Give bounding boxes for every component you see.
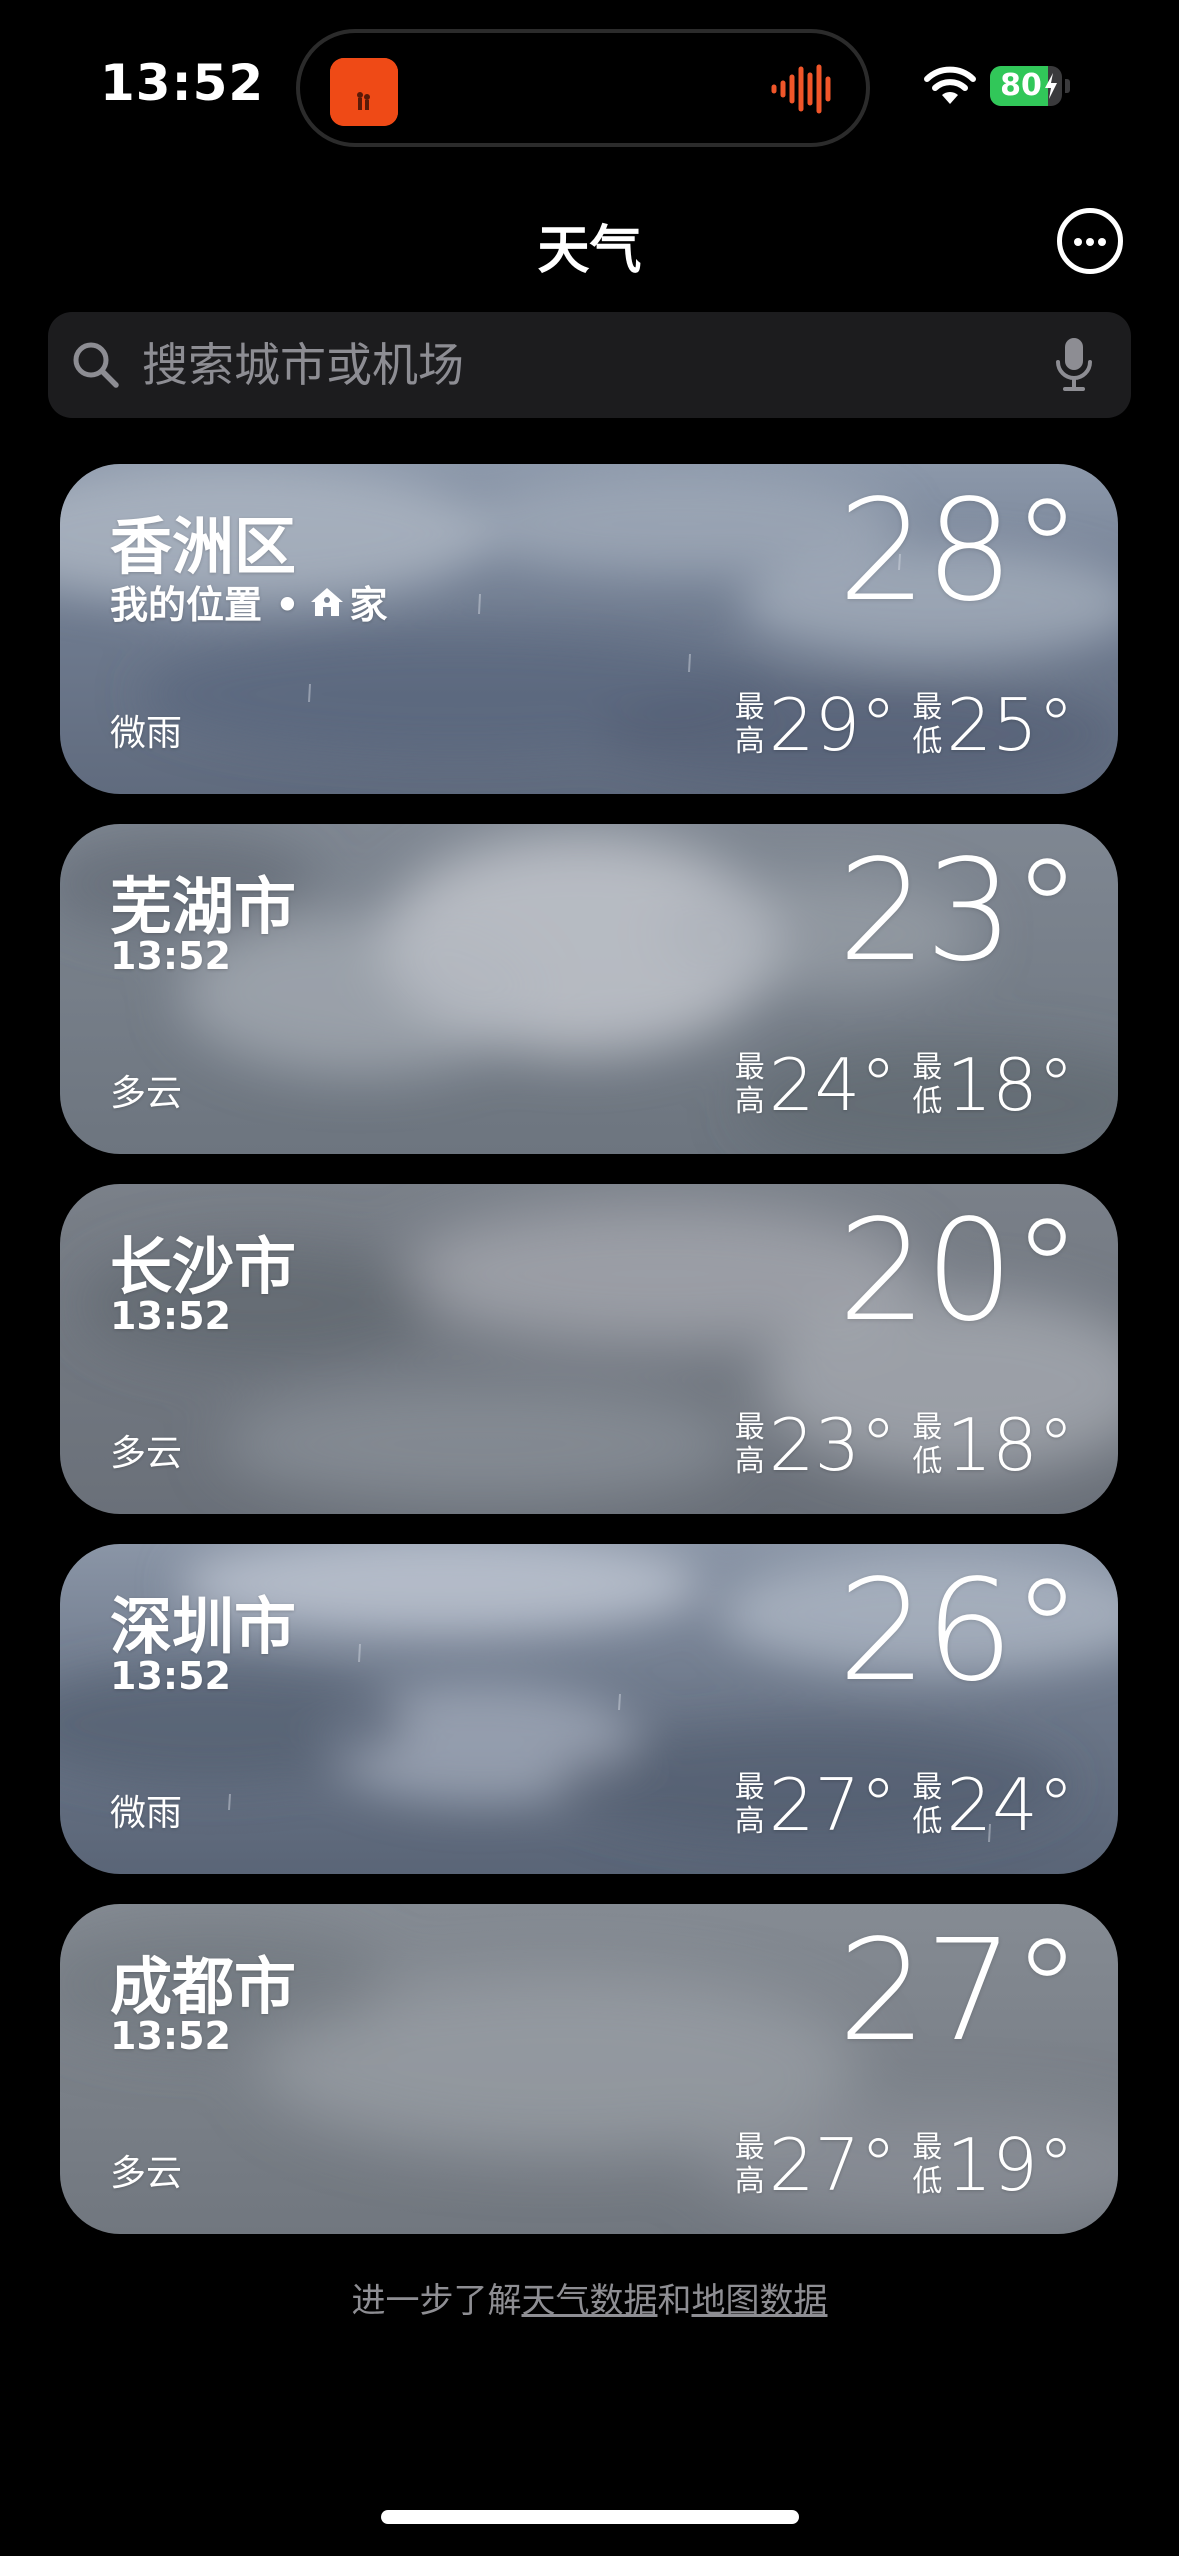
location-label: 我的位置 • [110, 583, 300, 627]
high-label-line-1: 最 [734, 690, 765, 725]
high-low-temperatures: 最 高 23° 最 低 18° [735, 1409, 1074, 1481]
ellipsis-circle-icon [1074, 238, 1082, 246]
battery-cap [1065, 79, 1070, 93]
ellipsis-dot [1086, 238, 1094, 246]
footer-conjunction: 和 [657, 2281, 692, 2321]
current-temperature: 28° [837, 470, 1082, 633]
battery-indicator: 80 [990, 66, 1070, 106]
low-label-line-2: 低 [912, 2164, 943, 2199]
current-temperature: 26° [837, 1550, 1082, 1713]
search-bar[interactable] [48, 312, 1131, 418]
weather-condition: 微雨 [110, 1793, 183, 1834]
weather-card-wuhu[interactable]: 芜湖市 13:52 多云 23° 最 高 24° 最 低 18° [60, 824, 1118, 1154]
city-name: 香洲区 [110, 510, 297, 583]
high-label: 最 高 [735, 2131, 765, 2199]
high-temperature: 27° [768, 2123, 897, 2207]
high-label-line-2: 高 [734, 2164, 765, 2199]
high-label: 最 高 [735, 1771, 765, 1839]
low-label-line-2: 低 [912, 1444, 943, 1479]
low-label: 最 低 [912, 1411, 942, 1479]
wifi-icon [924, 66, 976, 110]
low-label-line-2: 低 [912, 724, 943, 759]
weather-condition: 微雨 [110, 713, 183, 754]
search-input[interactable] [142, 312, 1002, 418]
high-label-line-2: 高 [734, 1084, 765, 1119]
high-temperature: 24° [768, 1043, 897, 1127]
weather-card-shenzhen[interactable]: 深圳市 13:52 微雨 26° 最 高 27° 最 低 24° [60, 1544, 1118, 1874]
low-label-line-1: 最 [912, 1050, 943, 1085]
high-low-temperatures: 最 高 29° 最 低 25° [735, 689, 1074, 761]
weather-condition: 多云 [110, 2153, 183, 2194]
high-label-line-2: 高 [734, 1804, 765, 1839]
high-temperature: 27° [768, 1763, 897, 1847]
weather-condition: 多云 [110, 1433, 183, 1474]
current-temperature: 20° [837, 1190, 1082, 1353]
page-title: 天气 [537, 221, 642, 281]
low-label-line-1: 最 [912, 1770, 943, 1805]
local-time: 13:52 [110, 2014, 231, 2058]
home-icon [310, 587, 343, 616]
high-label-line-1: 最 [734, 1770, 765, 1805]
low-label: 最 低 [912, 691, 942, 759]
low-label-line-1: 最 [912, 1410, 943, 1445]
low-label-line-2: 低 [912, 1804, 943, 1839]
low-temperature: 25° [946, 683, 1074, 767]
low-label: 最 低 [912, 2131, 942, 2199]
low-label-line-2: 低 [912, 1084, 943, 1119]
city-name: 长沙市 [110, 1230, 297, 1303]
high-low-temperatures: 最 高 24° 最 低 18° [735, 1049, 1074, 1121]
magnifying-glass-icon [73, 342, 119, 388]
home-indicator[interactable] [381, 2510, 799, 2524]
status-bar-time: 13:52 [100, 54, 265, 112]
high-label-line-1: 最 [734, 1050, 765, 1085]
high-label-line-1: 最 [734, 2130, 765, 2165]
high-label-line-2: 高 [734, 724, 765, 759]
low-temperature: 18° [946, 1043, 1074, 1127]
low-temperature: 24° [946, 1763, 1074, 1847]
weather-card-current-location[interactable]: 香洲区 我的位置 • 家 微雨 28° 最 高 29° 最 低 25° [60, 464, 1118, 794]
high-label: 最 高 [735, 1051, 765, 1119]
low-temperature: 19° [946, 2123, 1074, 2207]
local-time: 13:52 [110, 934, 231, 978]
low-label-line-1: 最 [912, 2130, 943, 2165]
weather-card-chengdu[interactable]: 成都市 13:52 多云 27° 最 高 27° 最 低 19° [60, 1904, 1118, 2234]
high-temperature: 29° [768, 683, 897, 767]
high-low-temperatures: 最 高 27° 最 低 24° [735, 1769, 1074, 1841]
low-label: 最 低 [912, 1051, 942, 1119]
audio-waveform-icon [770, 63, 836, 119]
city-name: 深圳市 [110, 1590, 297, 1663]
local-time: 13:52 [110, 1294, 231, 1338]
high-temperature: 23° [768, 1403, 897, 1487]
weather-card-changsha[interactable]: 长沙市 13:52 多云 20° 最 高 23° 最 低 18° [60, 1184, 1118, 1514]
low-label-line-1: 最 [912, 690, 943, 725]
weather-data-link[interactable]: 天气数据 [522, 2281, 658, 2321]
current-temperature: 27° [837, 1910, 1082, 2073]
footer-prefix: 进一步了解 [351, 2281, 522, 2321]
battery-body: 80 [990, 66, 1062, 106]
data-sources-note: 进一步了解天气数据和地图数据 [0, 2273, 1179, 2322]
high-low-temperatures: 最 高 27° 最 低 19° [735, 2129, 1074, 2201]
low-label: 最 低 [912, 1771, 942, 1839]
charging-bolt-icon [1045, 73, 1057, 99]
map-data-link[interactable]: 地图数据 [692, 2281, 828, 2321]
high-label-line-1: 最 [734, 1410, 765, 1445]
high-label: 最 高 [735, 1411, 765, 1479]
battery-percent: 80 [1000, 68, 1042, 103]
more-options-button[interactable] [1057, 208, 1123, 274]
music-app-icon[interactable] [330, 58, 398, 126]
high-label-line-2: 高 [734, 1444, 765, 1479]
local-time: 13:52 [110, 1654, 231, 1698]
ellipsis-dot [1098, 238, 1106, 246]
microphone-icon[interactable] [1054, 336, 1094, 394]
weather-condition: 多云 [110, 1073, 183, 1114]
dynamic-island[interactable] [296, 29, 870, 147]
city-name: 成都市 [110, 1950, 297, 2023]
current-temperature: 23° [837, 830, 1082, 993]
card-subtitle: 我的位置 • 家 [110, 574, 388, 629]
home-label: 家 [349, 583, 388, 627]
high-label: 最 高 [735, 691, 765, 759]
low-temperature: 18° [946, 1403, 1074, 1487]
city-name: 芜湖市 [110, 870, 297, 943]
